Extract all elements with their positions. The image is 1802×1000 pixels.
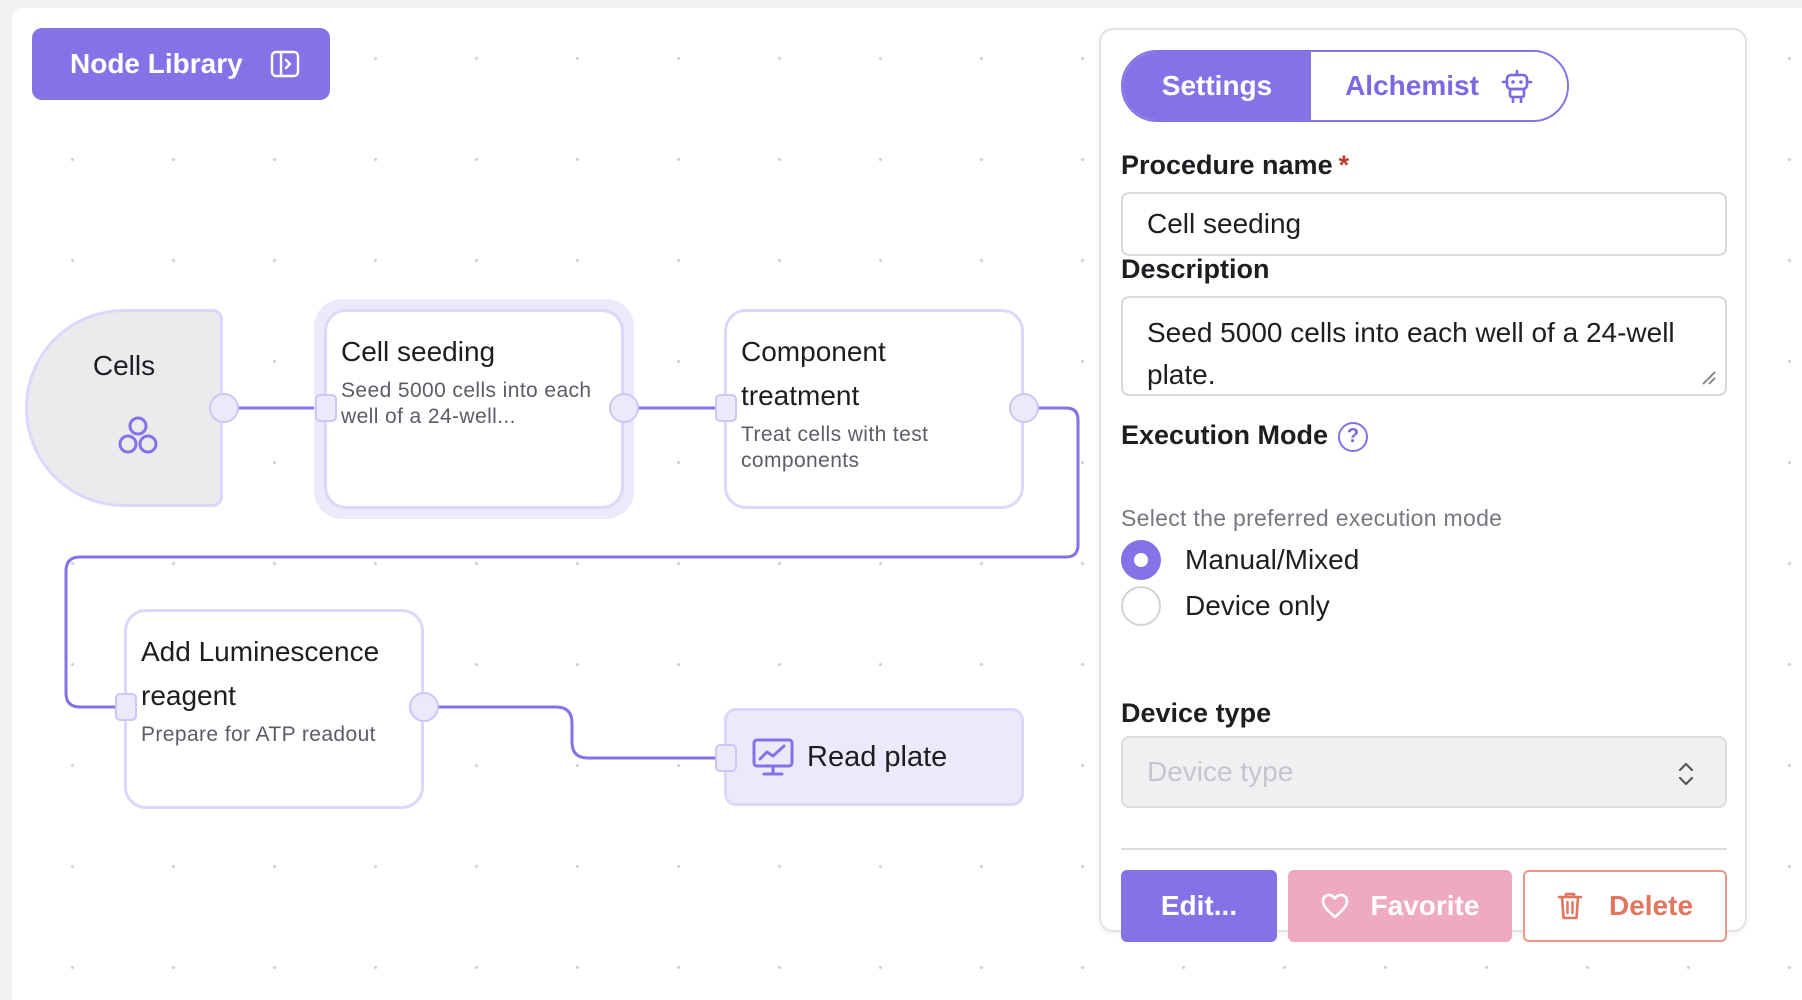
node-component-treatment[interactable]: Component treatment Treat cells with tes… [724,309,1024,509]
radio-button-unselected[interactable] [1121,586,1161,626]
radio-button-selected[interactable] [1121,540,1161,580]
divider [1121,848,1727,850]
node-cell-seeding[interactable]: Cell seeding Seed 5000 cells into each w… [324,309,624,509]
node-library-label: Node Library [70,48,243,79]
edit-button-label: Edit... [1160,890,1238,921]
cells-icon [118,416,158,454]
node-title-line2: reagent [141,680,236,711]
monitor-chart-icon [752,738,794,776]
node-library-button[interactable]: Node Library [32,28,330,100]
node-title-line1: Component [741,336,886,367]
node-cells[interactable]: Cells [25,309,223,507]
device-type-select[interactable]: Device type [1121,736,1727,808]
node-add-luminescence-output-handle[interactable] [409,692,439,722]
radio-device-only[interactable]: Device only [1121,586,1330,626]
node-read-plate[interactable]: Read plate [724,708,1024,806]
resize-grip-icon[interactable] [1701,370,1717,386]
execution-mode-label-text: Execution Mode [1121,420,1329,450]
node-add-luminescence[interactable]: Add Luminescence reagent Prepare for ATP… [124,609,424,809]
node-title-line1: Add Luminescence [141,636,380,667]
panel-tabs: Settings Alchemist [1121,50,1569,122]
description-label: Description [1121,254,1270,284]
node-description: Prepare for ATP readout [141,723,376,746]
device-type-label: Device type [1121,698,1272,728]
tab-alchemist[interactable]: Alchemist [1311,52,1567,120]
tab-label: Alchemist [1345,70,1479,101]
radio-manual-mixed[interactable]: Manual/Mixed [1121,540,1359,580]
chevron-up-down-icon [1678,762,1694,786]
tab-settings[interactable]: Settings [1123,52,1311,120]
trash-icon [1557,892,1583,920]
execution-mode-label: Execution Mode? [1121,420,1369,452]
node-add-luminescence-input-handle[interactable] [115,693,137,721]
node-cell-seeding-output-handle[interactable] [609,393,639,423]
node-title-line2: treatment [741,380,860,411]
node-description: Treat cells with test components [741,423,929,472]
node-description: Seed 5000 cells into each well of a 24-w… [341,379,592,428]
device-type-placeholder: Device type [1147,756,1294,787]
heart-icon [1321,893,1348,919]
settings-panel: Settings Alchemist Procedure name* Descr… [1099,28,1747,942]
node-title: Read plate [807,740,948,773]
edit-button[interactable]: Edit... [1121,870,1277,942]
delete-button-label: Delete [1608,890,1694,921]
description-textarea[interactable]: Seed 5000 cells into each well of a 24-w… [1121,296,1727,396]
node-cell-seeding-input-handle[interactable] [315,394,337,422]
favorite-button-label: Favorite [1370,890,1480,921]
node-title: Cell seeding [341,336,496,367]
procedure-name-label-text: Procedure name [1121,150,1333,180]
required-mark: * [1338,150,1350,180]
favorite-button[interactable]: Favorite [1288,870,1512,942]
radio-label: Device only [1185,590,1330,621]
radio-label: Manual/Mixed [1185,544,1360,575]
tab-label: Settings [1161,70,1273,101]
node-read-plate-input-handle[interactable] [715,744,737,772]
sidebar-toggle-icon [270,50,300,78]
procedure-name-input[interactable] [1121,192,1727,256]
node-component-treatment-output-handle[interactable] [1009,393,1039,423]
node-cells-output-handle[interactable] [209,393,239,423]
delete-button[interactable]: Delete [1523,870,1727,942]
help-icon[interactable]: ? [1338,422,1369,452]
robot-icon [1501,69,1533,103]
description-value: Seed 5000 cells into each well of a 24-w… [1147,317,1675,390]
execution-mode-hint: Select the preferred execution mode [1121,505,1503,531]
node-title: Cells [92,350,156,381]
procedure-name-label: Procedure name * [1121,150,1349,181]
node-component-treatment-input-handle[interactable] [715,394,737,422]
